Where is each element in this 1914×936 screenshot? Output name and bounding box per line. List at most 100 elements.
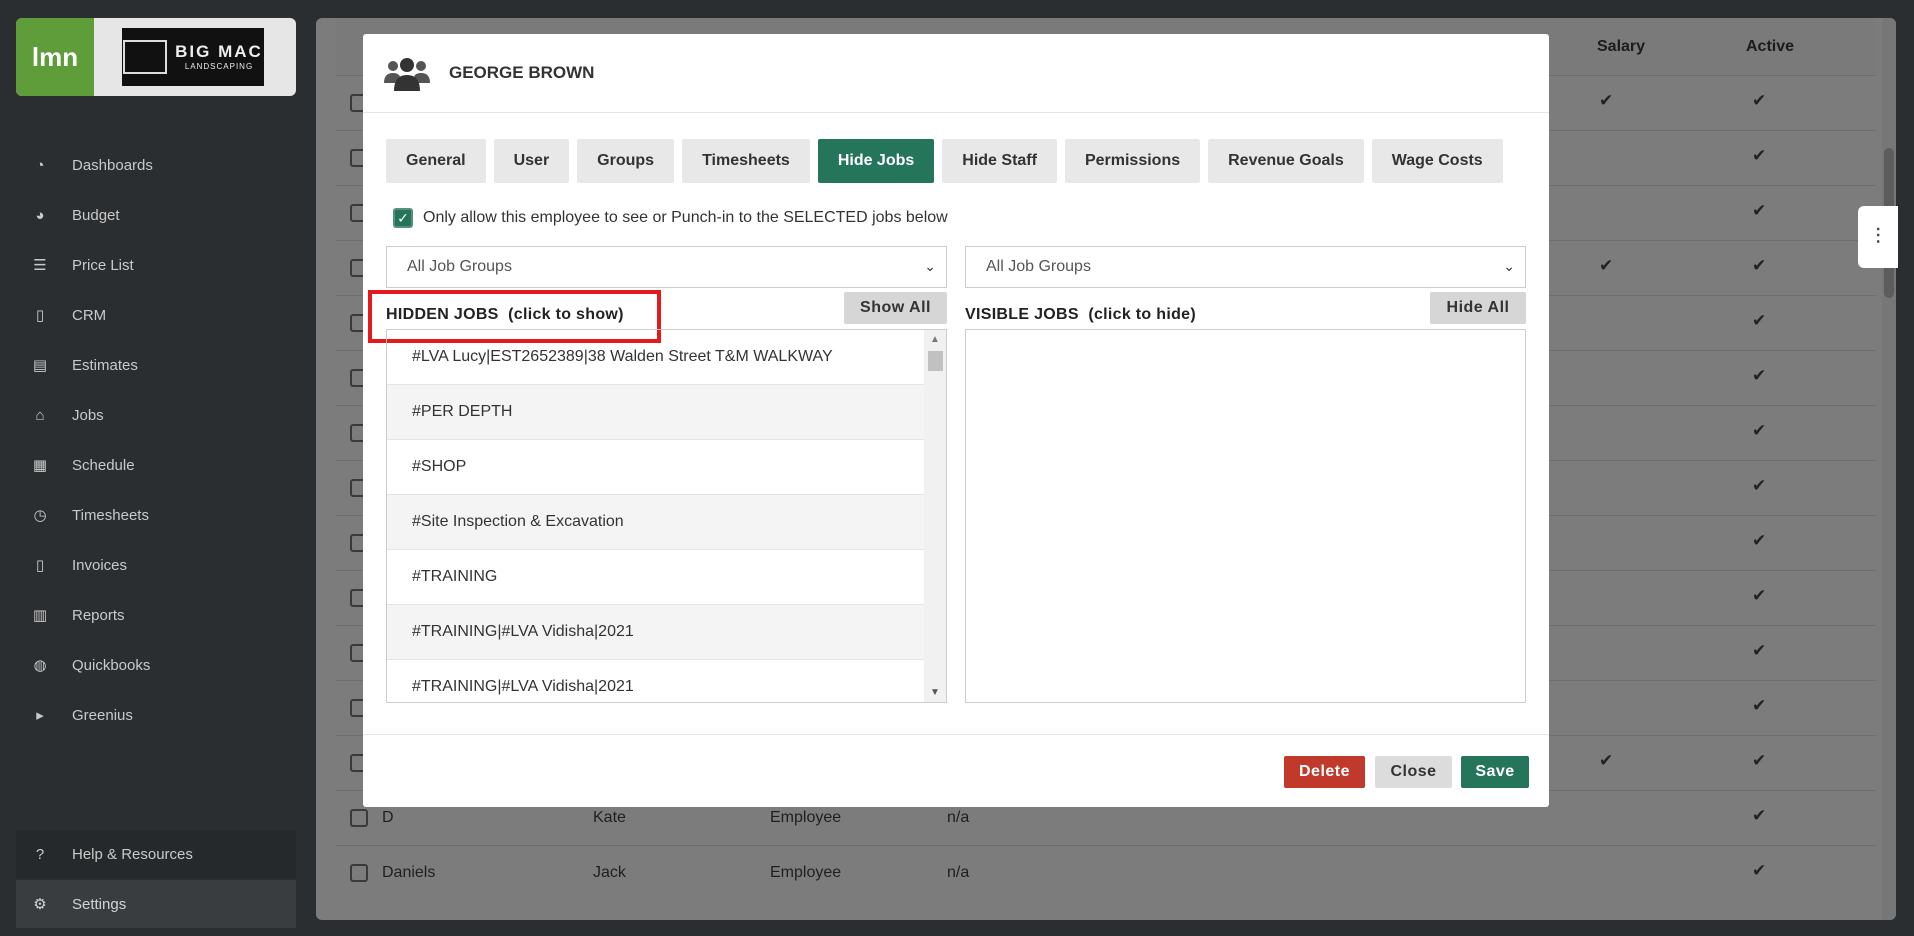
check-icon: ✔ <box>1752 531 1767 550</box>
brand-header[interactable]: lmn BIG MAC LANDSCAPING <box>16 18 296 96</box>
tab-user[interactable]: User <box>493 139 570 183</box>
hidden-job-group-select[interactable]: All Job Groups ⌄ <box>386 246 947 288</box>
tab-hide-staff[interactable]: Hide Staff <box>942 139 1057 183</box>
sidebar-item-label: Reports <box>72 606 125 624</box>
sidebar-item-invoices[interactable]: ▯ Invoices <box>0 540 315 590</box>
cell-first-name: Kate <box>593 809 626 826</box>
cell-extra: n/a <box>947 864 970 881</box>
sidebar-item-label: Invoices <box>72 556 128 574</box>
modal-title: GEORGE BROWN <box>449 63 595 82</box>
save-button[interactable]: Save <box>1461 756 1529 788</box>
sliders-icon: ⫶ <box>1875 224 1881 249</box>
row-checkbox[interactable] <box>350 864 368 882</box>
filter-sliders-button[interactable]: ⫶ <box>1858 206 1898 268</box>
check-icon: ✔ <box>1752 311 1767 330</box>
show-all-button[interactable]: Show All <box>844 292 947 324</box>
play-icon: ▸ <box>36 707 44 724</box>
column-header-active: Active <box>1746 38 1795 55</box>
list-item[interactable]: #Site Inspection & Excavation <box>387 495 924 550</box>
check-icon: ✔ <box>1752 256 1767 275</box>
tab-wage-costs[interactable]: Wage Costs <box>1371 139 1503 183</box>
row-checkbox[interactable] <box>350 809 368 827</box>
scroll-down-icon[interactable]: ▼ <box>930 687 940 698</box>
sidebar-item-greenius[interactable]: ▸ Greenius <box>0 690 315 740</box>
delete-button[interactable]: Delete <box>1284 756 1365 788</box>
sidebar-item-label: Estimates <box>72 356 138 374</box>
list-item[interactable]: #TRAINING|#LVA Vidisha|2021 <box>387 605 924 660</box>
check-icon: ✔ <box>1752 861 1767 880</box>
check-icon: ✔ <box>1752 421 1767 440</box>
sidebar-item-settings[interactable]: ⚙ Settings <box>16 880 296 928</box>
sidebar-item-label: Settings <box>72 895 127 913</box>
modal-tabs: General User Groups Timesheets Hide Jobs… <box>386 139 1503 183</box>
sidebar-item-budget[interactable]: ◕ Budget <box>0 190 315 240</box>
sidebar-item-label: Help & Resources <box>72 845 193 863</box>
check-icon: ✔ <box>1752 201 1767 220</box>
table-row[interactable]: Daniels Jack Employee n/a ✔ <box>336 845 1876 900</box>
list-item[interactable]: #LVA Lucy|EST2652389|38 Walden Street T&… <box>387 330 924 385</box>
hide-all-button[interactable]: Hide All <box>1430 292 1526 324</box>
hidden-jobs-scrollbar-thumb[interactable] <box>928 351 943 371</box>
modal-footer-divider <box>363 734 1549 735</box>
sidebar-item-label: Greenius <box>72 706 133 724</box>
dashboard-icon: ◔ <box>35 156 45 174</box>
sidebar-item-reports[interactable]: ▥ Reports <box>0 590 315 640</box>
employee-modal: GEORGE BROWN General User Groups Timeshe… <box>363 34 1549 807</box>
tab-timesheets[interactable]: Timesheets <box>682 139 810 183</box>
check-icon: ✓ <box>397 209 409 226</box>
sidebar-item-dashboards[interactable]: ◔ Dashboards <box>0 140 315 190</box>
only-allow-checkbox[interactable]: ✓ <box>393 208 413 228</box>
sidebar-item-label: CRM <box>72 306 107 324</box>
list-item[interactable]: #PER DEPTH <box>387 385 924 440</box>
sidebar-item-help[interactable]: ? Help & Resources <box>16 830 296 878</box>
hidden-jobs-title: HIDDEN JOBS (click to show) <box>386 306 624 323</box>
check-icon: ✔ <box>1752 696 1767 715</box>
only-allow-label: Only allow this employee to see or Punch… <box>423 209 948 226</box>
hidden-jobs-list: #LVA Lucy|EST2652389|38 Walden Street T&… <box>386 329 947 703</box>
lmn-logo: lmn <box>16 18 94 96</box>
list-item[interactable]: #SHOP <box>387 440 924 495</box>
sidebar-item-estimates[interactable]: ▤ Estimates <box>0 340 315 390</box>
tab-hide-jobs[interactable]: Hide Jobs <box>817 139 935 183</box>
tab-revenue-goals[interactable]: Revenue Goals <box>1208 139 1364 183</box>
calculator-icon: ▤ <box>32 357 48 374</box>
help-icon: ? <box>35 845 45 863</box>
sidebar-item-label: Dashboards <box>72 156 153 174</box>
visible-job-group-select[interactable]: All Job Groups ⌄ <box>965 246 1526 288</box>
sidebar-item-schedule[interactable]: ▦ Schedule <box>0 440 315 490</box>
company-logo: BIG MAC LANDSCAPING <box>122 28 264 86</box>
check-icon: ✔ <box>1599 751 1614 770</box>
check-icon: ✔ <box>1752 641 1767 660</box>
cell-first-name: Jack <box>593 864 626 881</box>
company-logo-small: LANDSCAPING <box>184 62 254 71</box>
tab-permissions[interactable]: Permissions <box>1064 139 1201 183</box>
check-icon: ✔ <box>1752 476 1767 495</box>
company-logo-mark <box>123 40 168 74</box>
check-icon: ✔ <box>1599 91 1614 110</box>
sidebar: lmn BIG MAC LANDSCAPING ◔ Dashboards ◕ Bud… <box>0 0 315 936</box>
scroll-up-icon[interactable]: ▲ <box>930 334 940 345</box>
report-icon: ▥ <box>32 607 48 624</box>
cell-last-name: D <box>382 809 394 826</box>
visible-jobs-list <box>965 329 1526 703</box>
tab-groups[interactable]: Groups <box>577 139 675 183</box>
hidden-jobs-scrollbar[interactable]: ▲ ▼ <box>924 330 946 702</box>
sidebar-item-timesheets[interactable]: ◷ Timesheets <box>0 490 315 540</box>
chevron-down-icon: ⌄ <box>924 258 936 274</box>
sidebar-item-label: Schedule <box>72 456 135 474</box>
sidebar-item-quickbooks[interactable]: ◍ Quickbooks <box>0 640 315 690</box>
sidebar-item-crm[interactable]: ▯ CRM <box>0 290 315 340</box>
clock-icon: ◷ <box>33 507 47 524</box>
gear-icon: ⚙ <box>33 896 47 913</box>
list-item[interactable]: #TRAINING|#LVA Vidisha|2021 <box>387 660 924 702</box>
sidebar-item-jobs[interactable]: ⌂ Jobs <box>0 390 315 440</box>
close-button[interactable]: Close <box>1375 756 1452 788</box>
page-scrollbar[interactable] <box>1882 18 1896 920</box>
sidebar-item-label: Jobs <box>72 406 104 424</box>
sidebar-item-price-list[interactable]: ☰ Price List <box>0 240 315 290</box>
tab-general[interactable]: General <box>386 139 486 183</box>
list-item[interactable]: #TRAINING <box>387 550 924 605</box>
cell-extra: n/a <box>947 809 970 826</box>
company-logo-big: BIG MAC <box>175 42 263 61</box>
check-icon: ✔ <box>1599 256 1614 275</box>
